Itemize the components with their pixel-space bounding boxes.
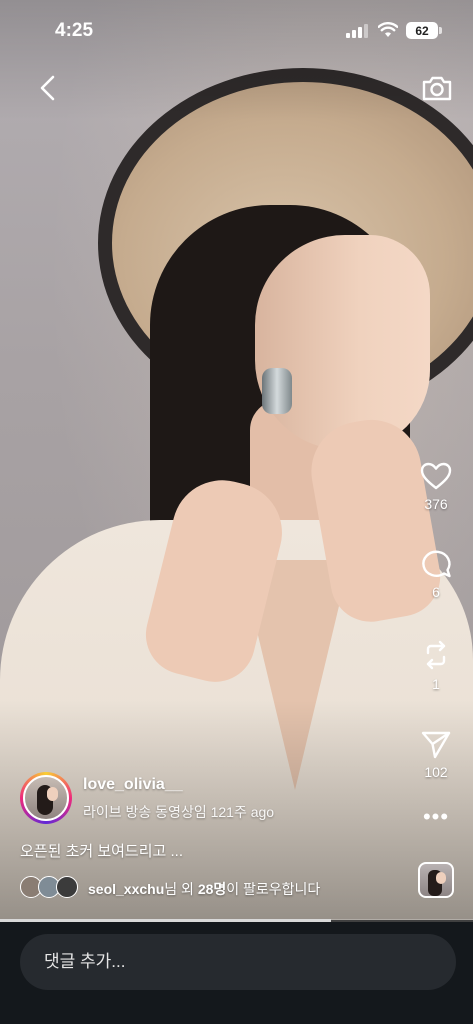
bottom-bar [0, 922, 473, 1024]
followers-row[interactable]: seol_xxchu님 외 28명이 팔로우합니다 [20, 876, 410, 900]
comment-icon[interactable] [419, 548, 453, 580]
stream-subtitle: 라이브 방송 동영상임 121주 ago [83, 804, 275, 820]
status-time: 4:25 [55, 20, 94, 41]
heart-icon[interactable] [419, 460, 453, 492]
follower-avatar [56, 876, 78, 898]
follower-count: 28명 [197, 881, 227, 897]
thumbnail-face [436, 872, 446, 884]
earring [262, 368, 292, 414]
like-count: 376 [424, 496, 448, 512]
avatar-image [23, 775, 69, 821]
comment-action[interactable]: 6 [410, 548, 462, 600]
like-action[interactable]: 376 [410, 460, 462, 512]
creator-info: love_olivia__ 라이브 방송 동영상임 121주 ago [20, 772, 400, 828]
share-count: 102 [424, 764, 448, 780]
more-icon[interactable]: ••• [422, 806, 450, 832]
comment-count: 6 [432, 584, 440, 600]
repost-action[interactable]: 1 [410, 638, 462, 692]
chevron-left-icon[interactable] [34, 72, 64, 104]
followers-suffix: 이 팔로우합니다 [226, 881, 321, 897]
avatar-face [47, 787, 58, 801]
cellular-signal-icon [346, 24, 370, 38]
follower-name: seol_xxchu [88, 881, 165, 897]
followers-text: seol_xxchu님 외 28명이 팔로우합니다 [88, 879, 320, 899]
status-bar: 4:25 62 [0, 0, 473, 60]
share-action[interactable]: 102 [410, 728, 462, 780]
repost-icon[interactable] [419, 638, 453, 672]
creator-username[interactable]: love_olivia__ [83, 776, 183, 794]
battery-tip [439, 27, 442, 34]
send-icon[interactable] [419, 728, 453, 760]
wifi-icon [378, 22, 398, 37]
product-thumbnail[interactable] [418, 862, 454, 898]
face [255, 235, 430, 450]
comment-input[interactable] [20, 934, 456, 990]
repost-count: 1 [432, 676, 440, 692]
battery-indicator: 62 [406, 22, 438, 39]
avatar[interactable] [20, 772, 72, 824]
followers-middle: 님 외 [164, 881, 198, 897]
camera-icon[interactable] [420, 72, 454, 104]
stream-caption[interactable]: 오픈된 초커 보여드리고 ... [20, 840, 183, 861]
